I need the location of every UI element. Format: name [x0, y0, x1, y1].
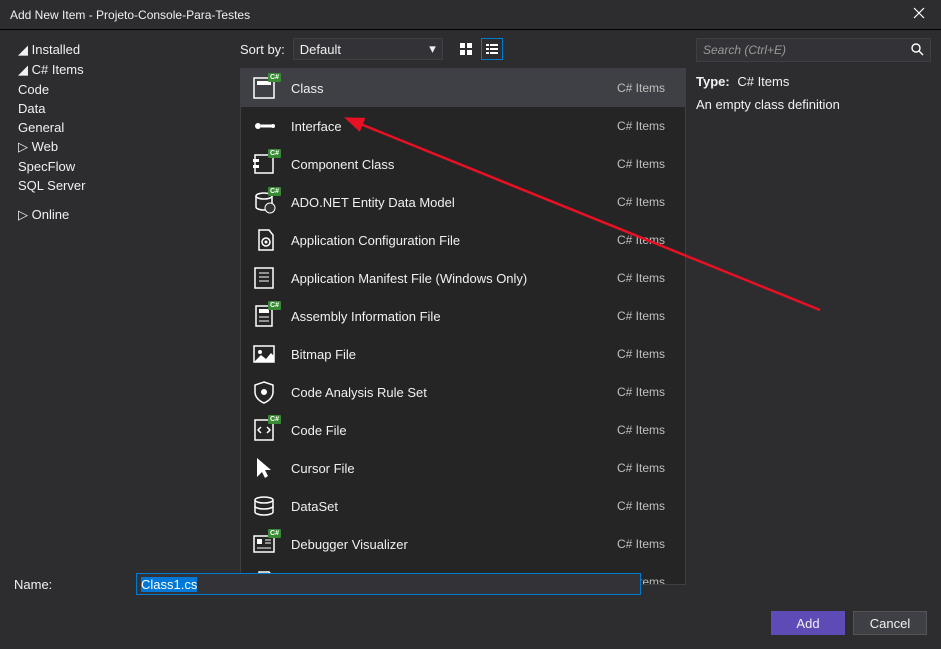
tree-node-online[interactable]: ▷ Online	[0, 205, 240, 225]
csharp-badge-icon: C#	[268, 73, 281, 82]
info-panel: Type: C# Items An empty class definition	[686, 30, 941, 585]
template-label: Cursor File	[291, 461, 617, 476]
window-title: Add New Item - Projeto-Console-Para-Test…	[10, 8, 907, 22]
tree-node-specflow[interactable]: SpecFlow	[0, 157, 240, 176]
template-category: C# Items	[617, 461, 675, 475]
template-label: Class	[291, 81, 617, 96]
template-icon	[251, 455, 277, 481]
template-category: C# Items	[617, 499, 675, 513]
template-row[interactable]: DataSetC# Items	[241, 487, 685, 525]
tree-node-installed[interactable]: ◢ Installed	[0, 40, 240, 60]
type-value: C# Items	[737, 74, 789, 89]
template-row[interactable]: Bitmap FileC# Items	[241, 335, 685, 373]
template-label: Debugger Visualizer	[291, 537, 617, 552]
titlebar: Add New Item - Projeto-Console-Para-Test…	[0, 0, 941, 30]
search-icon[interactable]	[910, 42, 924, 59]
template-row[interactable]: C# ADO.NET Entity Data ModelC# Items	[241, 183, 685, 221]
chevron-down-icon: ◢	[18, 62, 28, 78]
template-icon: C#	[251, 189, 277, 215]
tree-node-code[interactable]: Code	[0, 80, 240, 99]
template-category: C# Items	[617, 233, 675, 247]
template-category: C# Items	[617, 119, 675, 133]
template-row[interactable]: C# Component ClassC# Items	[241, 145, 685, 183]
tree-node-web[interactable]: ▷ Web	[0, 137, 240, 157]
tree-node-csharp-items[interactable]: ◢ C# Items	[0, 60, 240, 80]
template-category: C# Items	[617, 423, 675, 437]
template-icon	[251, 227, 277, 253]
template-label: Component Class	[291, 157, 617, 172]
template-icon	[251, 493, 277, 519]
template-icon	[251, 113, 277, 139]
template-list[interactable]: C#ClassC# ItemsInterfaceC# ItemsC#Compon…	[240, 68, 686, 585]
search-box[interactable]	[696, 38, 931, 62]
template-category: C# Items	[617, 537, 675, 551]
template-row[interactable]: C# Assembly Information FileC# Items	[241, 297, 685, 335]
chevron-down-icon: ▾	[429, 41, 436, 57]
close-icon[interactable]	[907, 6, 931, 24]
view-grid-button[interactable]	[455, 38, 477, 60]
footer: Name: Add Cancel	[0, 565, 941, 649]
sortby-value: Default	[300, 42, 341, 57]
csharp-badge-icon: C#	[268, 301, 281, 310]
template-label: ADO.NET Entity Data Model	[291, 195, 617, 210]
template-description: An empty class definition	[696, 97, 931, 112]
template-label: Interface	[291, 119, 617, 134]
tree-node-sqlserver[interactable]: SQL Server	[0, 176, 240, 195]
type-label: Type:	[696, 74, 730, 89]
csharp-badge-icon: C#	[268, 415, 281, 424]
template-category: C# Items	[617, 309, 675, 323]
template-label: Application Manifest File (Windows Only)	[291, 271, 617, 286]
template-label: Code File	[291, 423, 617, 438]
search-input[interactable]	[703, 43, 910, 57]
template-icon: C#	[251, 303, 277, 329]
template-label: Code Analysis Rule Set	[291, 385, 617, 400]
csharp-badge-icon: C#	[268, 529, 281, 538]
template-icon	[251, 341, 277, 367]
template-icon	[251, 379, 277, 405]
view-list-button[interactable]	[481, 38, 503, 60]
template-label: DataSet	[291, 499, 617, 514]
template-label: Bitmap File	[291, 347, 617, 362]
csharp-badge-icon: C#	[268, 187, 281, 196]
toolbar: Sort by: Default ▾	[240, 30, 686, 68]
sortby-label: Sort by:	[240, 42, 285, 57]
template-category: C# Items	[617, 271, 675, 285]
template-row[interactable]: C# ClassC# Items	[241, 69, 685, 107]
template-category: C# Items	[617, 195, 675, 209]
chevron-down-icon: ◢	[18, 42, 28, 58]
template-category: C# Items	[617, 347, 675, 361]
template-icon: C#	[251, 417, 277, 443]
template-label: Assembly Information File	[291, 309, 617, 324]
template-row[interactable]: Application Configuration FileC# Items	[241, 221, 685, 259]
template-row[interactable]: InterfaceC# Items	[241, 107, 685, 145]
template-category: C# Items	[617, 385, 675, 399]
name-input[interactable]	[136, 573, 641, 595]
template-row[interactable]: Application Manifest File (Windows Only)…	[241, 259, 685, 297]
template-icon: C#	[251, 75, 277, 101]
tree-node-data[interactable]: Data	[0, 99, 240, 118]
chevron-right-icon: ▷	[18, 139, 28, 155]
template-icon: C#	[251, 531, 277, 557]
template-icon	[251, 265, 277, 291]
chevron-right-icon: ▷	[18, 207, 28, 223]
template-label: Application Configuration File	[291, 233, 617, 248]
tree-node-general[interactable]: General	[0, 118, 240, 137]
add-button[interactable]: Add	[771, 611, 845, 635]
category-tree: ◢ Installed ◢ C# Items Code Data General…	[0, 30, 240, 585]
template-category: C# Items	[617, 157, 675, 171]
template-row[interactable]: C# Code FileC# Items	[241, 411, 685, 449]
csharp-badge-icon: C#	[268, 149, 281, 158]
sortby-dropdown[interactable]: Default ▾	[293, 38, 443, 60]
name-label: Name:	[14, 577, 124, 592]
template-row[interactable]: Cursor FileC# Items	[241, 449, 685, 487]
template-icon: C#	[251, 151, 277, 177]
cancel-button[interactable]: Cancel	[853, 611, 927, 635]
template-row[interactable]: C# Debugger VisualizerC# Items	[241, 525, 685, 563]
template-row[interactable]: Code Analysis Rule SetC# Items	[241, 373, 685, 411]
template-category: C# Items	[617, 81, 675, 95]
